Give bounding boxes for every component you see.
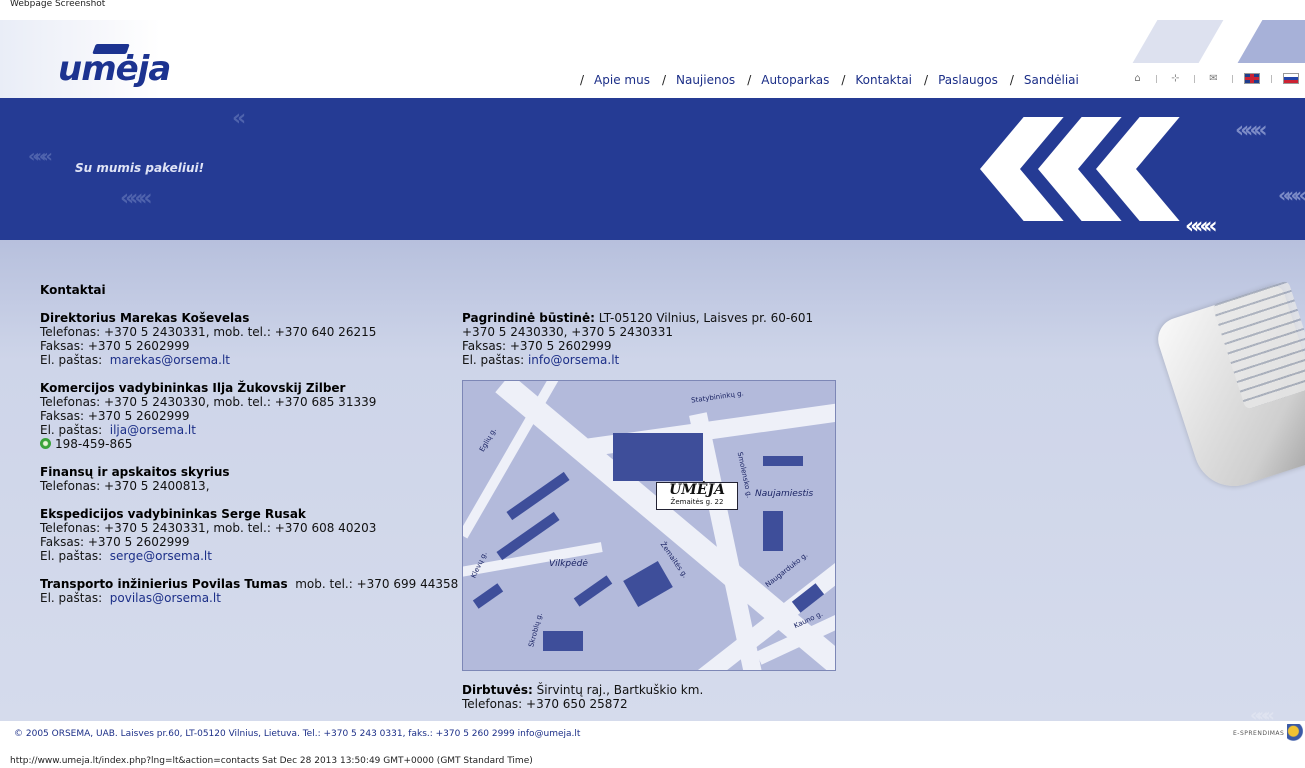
contacts-heading: Kontaktai [40,283,106,297]
chevron-decoration-icon: ««« [1278,183,1305,207]
flag-ru-icon[interactable] [1283,73,1299,84]
map-street-label: Eglių g. [478,426,499,454]
chevron-decoration-icon: ««« [120,186,153,211]
telephone-image [1152,280,1305,497]
contact-icq: 198-459-865 [40,437,458,451]
chevron-decoration-icon: ««« [1235,118,1268,143]
map-street-label: Statybininkų g. [690,389,745,405]
home-icon[interactable]: ⌂ [1131,73,1144,84]
screenshot-caption: Webpage Screenshot [10,0,106,9]
nav-contacts[interactable]: Kontaktai [855,73,912,87]
workshop-info: Dirbtuvės: Širvintų raj., Bartkuškio km.… [462,683,703,711]
chevron-decoration-icon: « [232,106,246,131]
header: umėja / Apie mus / Naujienos / Autoparkas /… [0,20,1305,98]
main-nav: / Apie mus / Naujienos / Autoparkas / Kontak… [580,73,1079,87]
hq-phones: +370 5 2430330, +370 5 2430331 [462,325,673,339]
chevron-decoration-icon [1038,98,1078,240]
main-content: ««« Kontaktai Direktorius Marekas Koševe… [0,214,1305,721]
email-link[interactable]: info@orsema.lt [528,353,619,367]
nav-news[interactable]: Naujienos [676,73,735,87]
contact-fax: Faksas: +370 5 2602999 [40,409,190,423]
map-street-label: Skroblų g. [527,611,545,649]
workshop-phone: Telefonas: +370 650 25872 [462,697,628,711]
contact-fax: Faksas: +370 5 2602999 [40,535,190,549]
contact-row: Transporto inžinierius Povilas Tumas mob… [40,577,458,591]
contact-title: Ekspedicijos vadybininkas Serge Rusak [40,507,306,521]
footer: ««« © 2005 ORSEMA, UAB. Laisves pr.60, L… [0,705,1305,748]
icq-flower-icon [40,438,51,449]
contact-title: Finansų ir apskaitos skyrius [40,465,230,479]
contact-title: Transporto inžinierius Povilas Tumas [40,577,288,591]
nav-warehouses[interactable]: Sandėliai [1024,73,1079,87]
contact-title: Direktorius Marekas Koševelas [40,311,250,325]
header-tools: ⌂ ⊹ ✉ [1131,73,1299,84]
nav-about[interactable]: Apie mus [594,73,650,87]
hero-banner: ««« ««« « Su mumis pakeliui! ««« ««« [0,98,1305,240]
email-link[interactable]: marekas@orsema.lt [110,353,230,367]
chevron-decoration-icon [1096,98,1136,240]
site-logo[interactable]: umėja [58,52,171,86]
banner-slogan: Su mumis pakeliui! [75,161,205,175]
hq-email-row: El. paštas: info@orsema.lt [462,353,620,367]
email-link[interactable]: ilja@orsema.lt [110,423,196,437]
map-district-label: Vilkpėdė [549,559,588,569]
sitemap-icon[interactable]: ⊹ [1169,73,1182,84]
map-district-label: Naujamiestis [755,489,814,499]
chevron-decoration-icon [980,98,1020,240]
email-link[interactable]: povilas@orsema.lt [110,591,221,605]
email-link[interactable]: serge@orsema.lt [110,549,212,563]
contact-phone: Telefonas: +370 5 2430331, mob. tel.: +3… [40,325,377,339]
contact-email-row: El. paštas: ilja@orsema.lt [40,423,196,437]
contact-email-row: El. paštas: marekas@orsema.lt [40,353,231,367]
nav-fleet[interactable]: Autoparkas [761,73,829,87]
contact-title: Komercijos vadybininkas Ilja Žukovskij Z… [40,381,346,395]
hq-info: Pagrindinė būstinė: LT-05120 Vilnius, La… [462,311,813,367]
location-map[interactable]: Statybininkų g. Eglių g. Smolensko g. Na… [462,380,836,671]
developer-logo-icon[interactable] [1287,724,1303,742]
chevron-decoration-icon: ««« [1185,214,1218,239]
flag-gb-icon[interactable] [1244,73,1260,84]
hq-fax: Faksas: +370 5 2602999 [462,339,612,353]
chevron-decoration-icon: ««« [28,146,53,167]
header-stripe [1132,20,1224,63]
developer-label[interactable]: E-SPRENDIMAS [1233,730,1284,737]
contact-email-row: El. paštas: serge@orsema.lt [40,549,212,563]
contact-phone: Telefonas: +370 5 2400813, [40,479,210,493]
map-location-badge: UMĖJA Žemaitės g. 22 [656,482,738,510]
header-stripe [1237,20,1305,63]
nav-services[interactable]: Paslaugos [938,73,998,87]
map-street-label: Naugarduko g. [763,551,810,589]
footer-copyright: © 2005 ORSEMA, UAB. Laisves pr.60, LT-05… [14,729,581,739]
workshop-address-row: Dirbtuvės: Širvintų raj., Bartkuškio km. [462,683,704,697]
contact-mobile: mob. tel.: +370 699 44358 [295,577,459,591]
chevron-decoration-icon: ««« [1250,705,1275,726]
contacts-list: Kontaktai Direktorius Marekas Koševelas … [40,283,458,605]
contact-fax: Faksas: +370 5 2602999 [40,339,190,353]
mail-icon[interactable]: ✉ [1207,73,1220,84]
contact-phone: Telefonas: +370 5 2430331, mob. tel.: +3… [40,521,377,535]
map-street-label: Smolensko g. [735,451,754,499]
status-url: http://www.umeja.lt/index.php?lng=lt&act… [10,756,533,766]
contact-email-row: El. paštas: povilas@orsema.lt [40,591,221,605]
hq-address-row: Pagrindinė būstinė: LT-05120 Vilnius, La… [462,311,814,325]
contact-phone: Telefonas: +370 5 2430330, mob. tel.: +3… [40,395,377,409]
